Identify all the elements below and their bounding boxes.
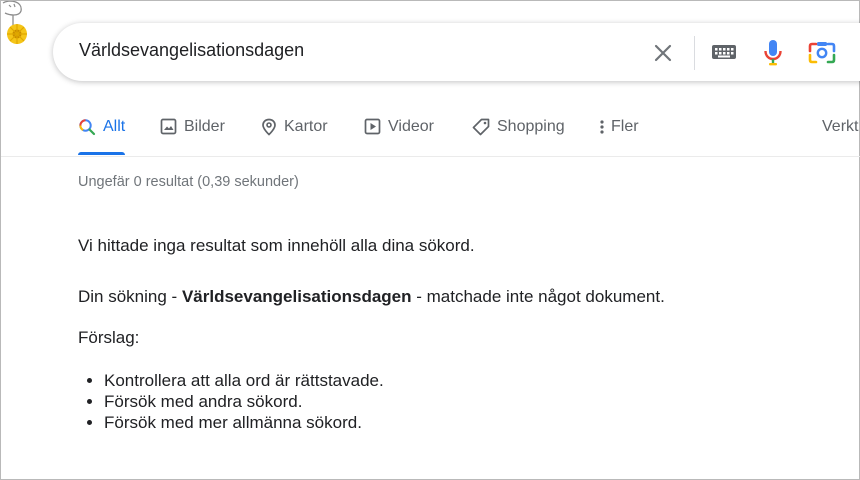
more-vert-icon xyxy=(600,120,604,134)
search-box-divider xyxy=(694,36,695,70)
tab-all[interactable]: Allt xyxy=(78,114,126,156)
your-search-suffix: - matchade inte något dokument. xyxy=(411,287,665,306)
your-search-message: Din sökning - Världsevangelisationsdagen… xyxy=(78,287,665,307)
tab-images[interactable]: Bilder xyxy=(160,114,225,156)
tools-label: Verkt xyxy=(822,118,859,135)
no-results-message: Vi hittade inga resultat som innehöll al… xyxy=(78,236,475,255)
tag-icon xyxy=(472,118,490,136)
your-search-term: Världsevangelisationsdagen xyxy=(181,287,412,306)
map-pin-icon xyxy=(262,118,276,136)
suggestions-list: Kontrollera att alla ord är rättstavade.… xyxy=(78,370,384,433)
doodle-flower-icon[interactable] xyxy=(1,1,37,49)
search-box[interactable]: Världsevangelisationsdagen xyxy=(53,23,860,81)
tab-maps-label: Kartor xyxy=(284,118,328,135)
tab-images-label: Bilder xyxy=(184,118,225,135)
suggestion-item: Kontrollera att alla ord är rättstavade. xyxy=(104,370,384,391)
tab-more-label: Fler xyxy=(611,118,639,135)
tab-shopping[interactable]: Shopping xyxy=(472,114,565,156)
suggestion-item: Försök med mer allmänna sökord. xyxy=(104,412,384,433)
play-icon xyxy=(364,118,381,135)
tab-maps[interactable]: Kartor xyxy=(261,114,328,156)
tab-videos[interactable]: Videor xyxy=(364,114,434,156)
tab-more[interactable]: Fler xyxy=(599,114,639,156)
your-search-prefix: Din sökning - xyxy=(78,287,182,306)
suggestions-heading: Förslag: xyxy=(78,328,140,347)
search-tabs: Allt Bilder Kartor Videor Shopping Fler … xyxy=(1,114,860,156)
tab-all-label: Allt xyxy=(103,118,126,135)
tools-button[interactable]: Verkt xyxy=(822,114,858,156)
result-stats: Ungefär 0 resultat (0,39 sekunder) xyxy=(78,174,299,190)
keyboard-icon[interactable] xyxy=(711,43,737,61)
tab-videos-label: Videor xyxy=(388,118,434,135)
search-icon xyxy=(79,119,96,136)
suggestion-item: Försök med andra sökord. xyxy=(104,391,384,412)
image-icon xyxy=(160,118,177,135)
microphone-icon[interactable] xyxy=(763,39,783,67)
active-tab-indicator xyxy=(78,152,126,155)
tab-shopping-label: Shopping xyxy=(497,118,565,135)
search-input[interactable]: Världsevangelisationsdagen xyxy=(79,40,304,61)
header-divider xyxy=(1,156,860,157)
lens-camera-icon[interactable] xyxy=(808,40,836,66)
clear-search-icon[interactable] xyxy=(651,41,675,65)
